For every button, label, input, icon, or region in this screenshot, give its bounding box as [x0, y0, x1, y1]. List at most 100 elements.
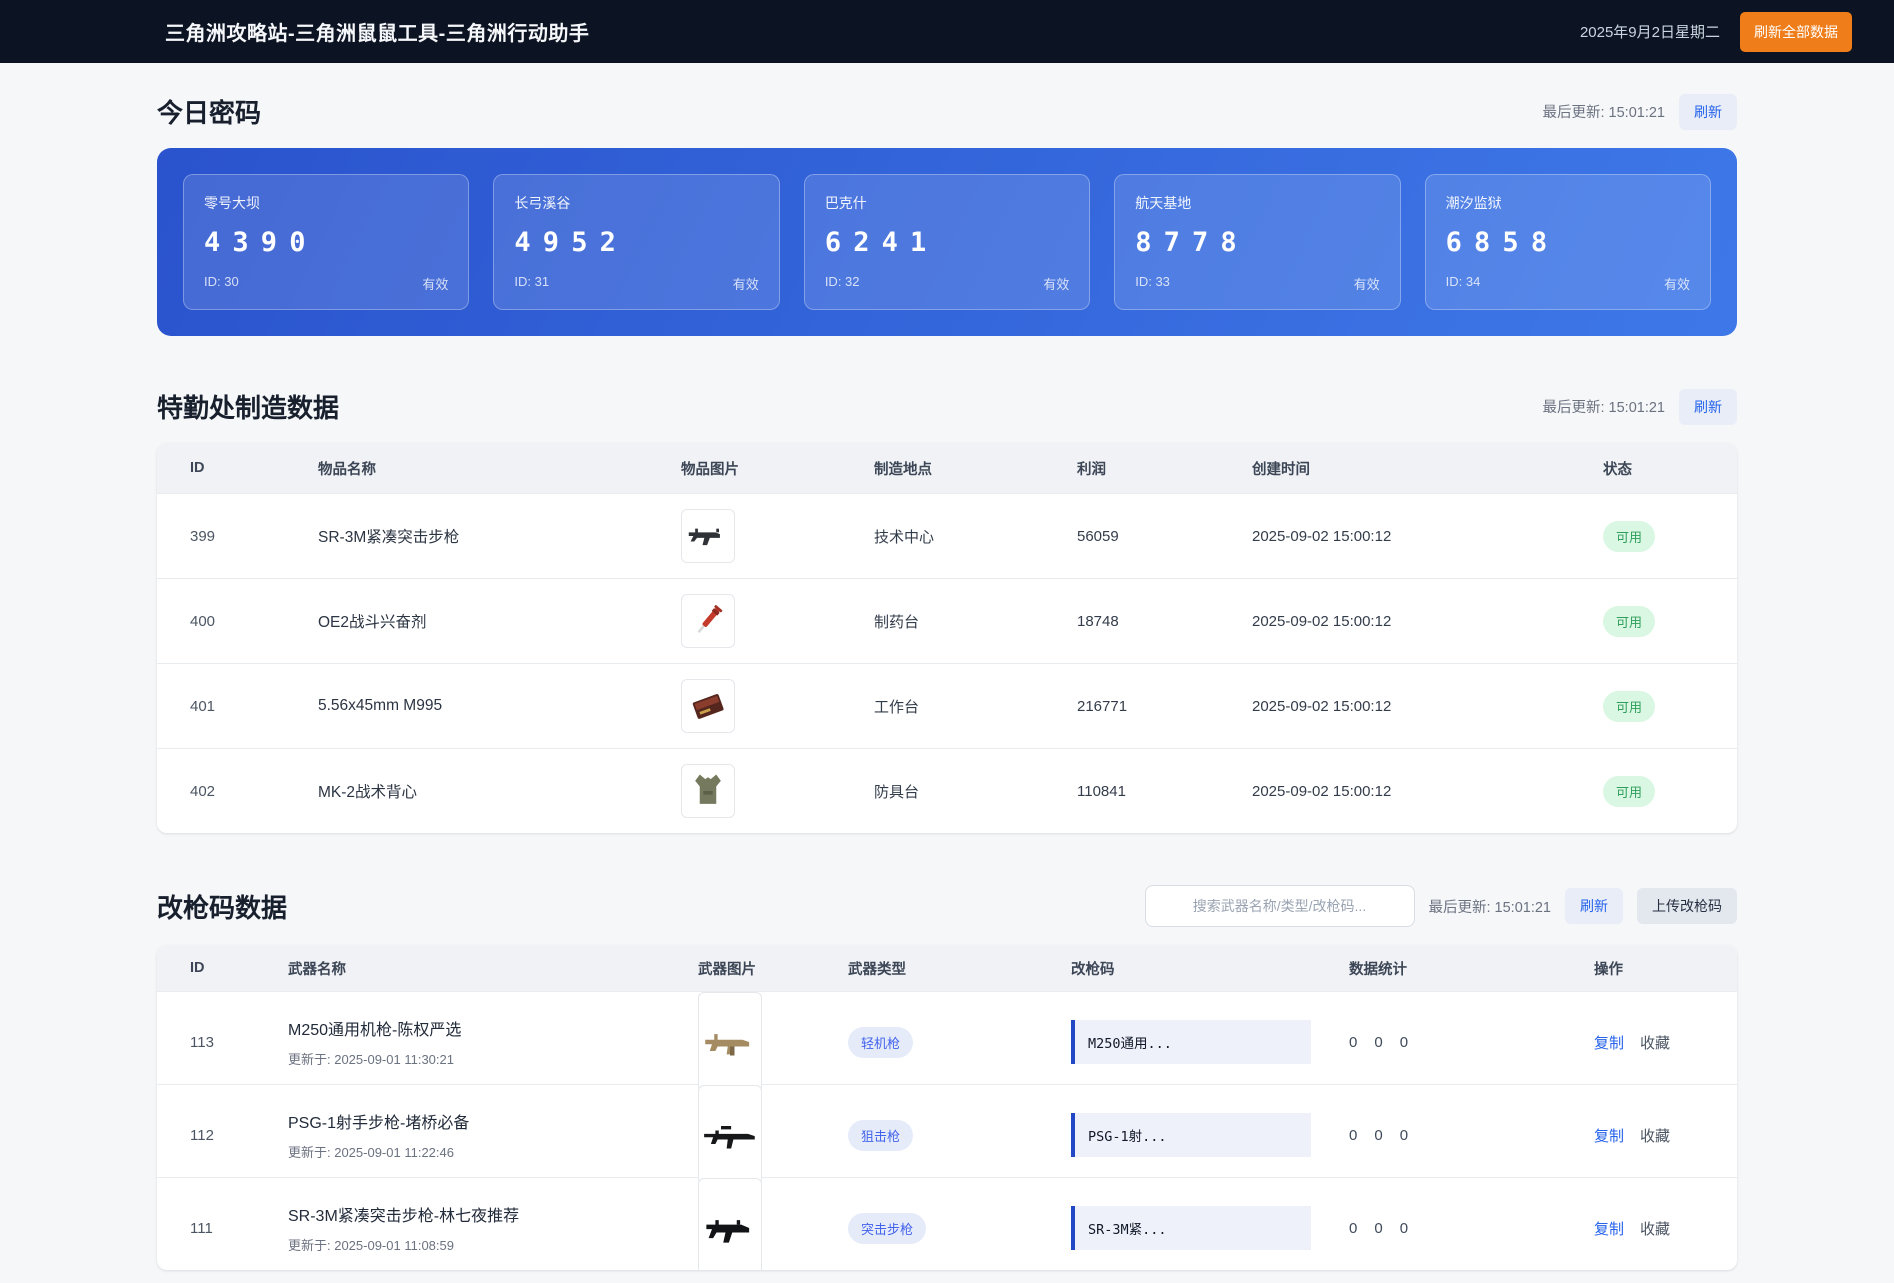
item-location: 技术中心 [874, 528, 935, 546]
favorite-link[interactable]: 收藏 [1640, 1125, 1670, 1146]
copy-link[interactable]: 复制 [1594, 1032, 1624, 1053]
table-row: 402 MK-2战术背心 防具台 110841 2025-09-02 15:00… [157, 748, 1737, 833]
password-code: 6858 [1445, 227, 1560, 258]
ammo-icon [681, 679, 735, 733]
stat-value: 0 [1349, 1219, 1358, 1237]
ar-gun-icon [698, 1178, 762, 1270]
item-id: 402 [190, 782, 216, 800]
col-mod-code: 改枪码 [1071, 961, 1115, 978]
password-id: ID: 30 [204, 274, 239, 289]
password-id: ID: 34 [1445, 274, 1481, 289]
passwords-section-title: 今日密码 [157, 98, 262, 128]
manufacture-table: ID 物品名称 物品图片 制造地点 利润 创建时间 状态 399 SR-3M紧凑… [157, 443, 1737, 833]
stats-counters: 0 0 0 [1349, 1127, 1561, 1144]
current-date: 2025年9月2日星期二 [1579, 24, 1720, 41]
table-row: 112 PSG-1射手步枪-堵桥必备 更新于: 2025-09-01 11:22… [157, 1084, 1737, 1185]
password-code: 4952 [514, 227, 629, 258]
copy-link[interactable]: 复制 [1594, 1218, 1624, 1239]
stat-value: 0 [1349, 1033, 1358, 1051]
favorite-link[interactable]: 收藏 [1640, 1032, 1670, 1053]
password-status: 有效 [1664, 277, 1691, 292]
search-input[interactable] [1144, 885, 1415, 927]
col-actions: 操作 [1594, 961, 1623, 978]
item-id: 401 [190, 697, 216, 715]
favorite-link[interactable]: 收藏 [1640, 1218, 1670, 1239]
sniper-gun-icon [698, 1085, 762, 1185]
map-name: 航天基地 [1135, 195, 1192, 211]
modcodes-section-title: 改枪码数据 [157, 892, 288, 923]
password-id: ID: 31 [514, 274, 550, 289]
item-id: 400 [190, 612, 216, 630]
stat-value: 0 [1374, 1033, 1383, 1051]
manufacture-section-title: 特勤处制造数据 [157, 393, 340, 423]
status-badge: 可用 [1603, 690, 1656, 722]
item-name: MK-2战术背心 [318, 784, 418, 801]
password-card: 长弓溪谷 4952 ID: 31 有效 [493, 174, 780, 310]
map-name: 潮汐监狱 [1445, 195, 1502, 211]
col-stats: 数据统计 [1349, 961, 1407, 978]
col-item-name: 物品名称 [318, 461, 376, 478]
status-badge: 可用 [1603, 605, 1656, 637]
weapon-name: M250通用机枪-陈权严选 [288, 1022, 462, 1039]
table-row: 111 SR-3M紧凑突击步枪-林七夜推荐 更新于: 2025-09-01 11… [157, 1177, 1737, 1270]
stats-counters: 0 0 0 [1349, 1034, 1561, 1051]
stats-counters: 0 0 0 [1349, 1220, 1561, 1237]
weapon-id: 112 [190, 1126, 214, 1144]
map-name: 长弓溪谷 [514, 195, 571, 211]
password-card: 潮汐监狱 6858 ID: 34 有效 [1424, 174, 1712, 310]
password-status: 有效 [1353, 277, 1380, 292]
status-badge: 可用 [1603, 520, 1656, 552]
stat-value: 0 [1374, 1219, 1383, 1237]
copy-link[interactable]: 复制 [1594, 1125, 1624, 1146]
password-status: 有效 [732, 277, 759, 292]
weapon-type-badge: 轻机枪 [848, 1026, 914, 1058]
col-weapon-type: 武器类型 [848, 961, 906, 978]
item-profit: 18748 [1077, 612, 1119, 630]
weapon-name: SR-3M紧凑突击步枪-林七夜推荐 [288, 1208, 520, 1225]
map-name: 巴克什 [824, 195, 867, 211]
app-title: 三角洲攻略站-三角洲鼠鼠工具-三角洲行动助手 [165, 23, 590, 45]
lmg-gun-icon [698, 992, 762, 1092]
weapon-name: PSG-1射手步枪-堵桥必备 [288, 1115, 470, 1132]
syringe-icon [681, 594, 735, 648]
manufacture-table-header: ID 物品名称 物品图片 制造地点 利润 创建时间 状态 [157, 443, 1737, 493]
modcodes-table: ID 武器名称 武器图片 武器类型 改枪码 数据统计 操作 113 M250通用… [157, 945, 1737, 1270]
item-location: 防具台 [874, 783, 920, 801]
vest-icon [681, 764, 735, 818]
item-id: 399 [190, 527, 216, 545]
weapon-type-badge: 突击步枪 [848, 1212, 927, 1244]
col-id: ID [190, 460, 205, 476]
item-created: 2025-09-02 15:00:12 [1252, 527, 1392, 545]
password-code: 8778 [1135, 227, 1249, 258]
modcodes-refresh-button[interactable]: 刷新 [1565, 888, 1623, 924]
col-item-image: 物品图片 [681, 461, 739, 478]
item-location: 工作台 [874, 698, 920, 716]
modcodes-last-update: 最后更新: 15:01:21 [1428, 899, 1552, 916]
refresh-all-button[interactable]: 刷新全部数据 [1740, 11, 1852, 52]
item-profit: 216771 [1077, 697, 1128, 715]
weapon-id: 111 [190, 1219, 213, 1237]
item-name: SR-3M紧凑突击步枪 [318, 529, 460, 546]
item-name: 5.56x45mm M995 [318, 697, 443, 714]
upload-modcode-button[interactable]: 上传改枪码 [1637, 888, 1737, 924]
mod-code-value: PSG-1射... [1071, 1113, 1311, 1157]
map-name: 零号大坝 [204, 195, 260, 211]
stat-value: 0 [1399, 1033, 1409, 1051]
mod-code-value: M250通用... [1071, 1020, 1311, 1064]
col-weapon-name: 武器名称 [288, 961, 346, 978]
weapon-type-badge: 狙击枪 [848, 1119, 914, 1151]
item-profit: 56059 [1077, 527, 1119, 545]
item-created: 2025-09-02 15:00:12 [1252, 697, 1392, 715]
col-status: 状态 [1603, 461, 1632, 478]
password-code: 6241 [824, 227, 939, 258]
stat-value: 0 [1399, 1126, 1409, 1144]
password-id: ID: 32 [824, 274, 860, 289]
weapon-updated-at: 更新于: 2025-09-01 11:08:59 [288, 1238, 454, 1253]
item-created: 2025-09-02 15:00:12 [1252, 612, 1392, 630]
stat-value: 0 [1399, 1219, 1409, 1237]
table-row: 113 M250通用机枪-陈权严选 更新于: 2025-09-01 11:30:… [157, 991, 1737, 1092]
col-created: 创建时间 [1252, 461, 1310, 478]
item-created: 2025-09-02 15:00:12 [1252, 782, 1392, 800]
passwords-refresh-button[interactable]: 刷新 [1679, 93, 1737, 130]
manufacture-refresh-button[interactable]: 刷新 [1679, 388, 1737, 425]
